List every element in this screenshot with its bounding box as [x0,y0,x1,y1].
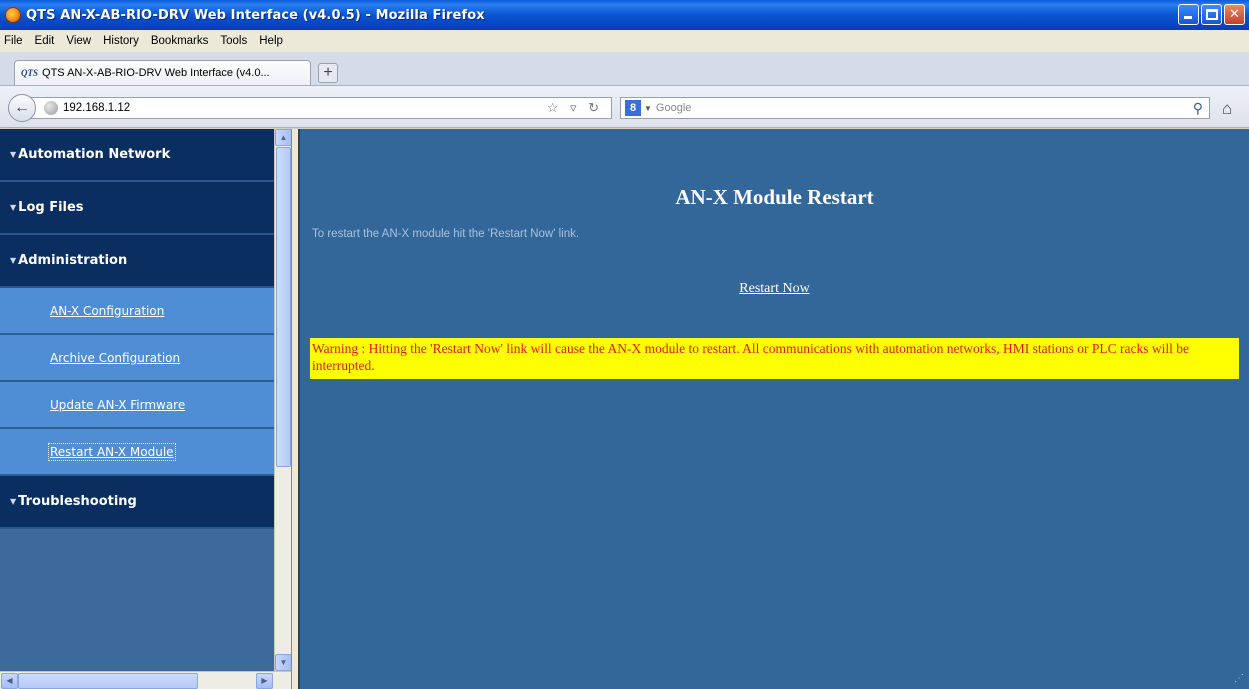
menu-file[interactable]: File [4,35,23,47]
tab-strip: QTS QTS AN-X-AB-RIO-DRV Web Interface (v… [0,52,1249,86]
window-title-bar[interactable]: QTS AN-X-AB-RIO-DRV Web Interface (v4.0.… [0,0,1249,30]
scroll-left-icon[interactable]: ◀ [1,673,18,689]
sidebar-item-update-firmware: Update AN-X Firmware [0,382,274,429]
new-tab-button[interactable]: + [318,63,338,83]
menu-history[interactable]: History [103,35,139,47]
back-arrow-icon: ← [14,99,30,116]
sidebar-category-troubleshooting[interactable]: ▼ Troubleshooting [0,476,274,529]
expand-triangle-icon: ▼ [10,256,17,265]
archive-configuration-link[interactable]: Archive Configuration [50,351,180,365]
search-input[interactable]: Google [656,102,691,114]
page-title: AN-X Module Restart [675,185,874,209]
restart-module-link[interactable]: Restart AN-X Module [48,442,176,461]
resize-grip-icon[interactable]: ⋰ [1234,674,1246,686]
scrollbar-thumb[interactable] [18,673,198,689]
close-button[interactable]: ✕ [1224,4,1245,25]
main-content: AN-X Module Restart To restart the AN-X … [300,129,1249,689]
anx-configuration-link[interactable]: AN-X Configuration [50,304,164,318]
scroll-up-icon[interactable]: ▲ [275,129,292,146]
url-text: 192.168.1.12 [63,102,131,114]
sidebar-item-anx-configuration: AN-X Configuration [0,288,274,335]
sidebar-category-log-files[interactable]: ▼ Log Files [0,182,274,235]
sidebar-item-archive-configuration: Archive Configuration [0,335,274,382]
update-firmware-link[interactable]: Update AN-X Firmware [50,398,185,412]
scrollbar-thumb[interactable] [276,147,291,467]
sidebar-category-administration[interactable]: ▼ Administration [0,235,274,288]
menu-bar: File Edit View History Bookmarks Tools H… [0,30,1249,52]
expand-triangle-icon: ▼ [10,150,17,159]
sidebar-category-automation-network[interactable]: ▼ Automation Network [0,129,274,182]
sidebar-category-label: Automation Network [18,147,171,162]
menu-help[interactable]: Help [259,35,283,47]
close-icon: ✕ [1229,7,1240,22]
tab-qts-web-interface[interactable]: QTS QTS AN-X-AB-RIO-DRV Web Interface (v… [14,60,311,85]
search-icon[interactable]: ⚲ [1193,100,1203,117]
expand-triangle-icon: ▼ [10,203,17,212]
search-bar[interactable]: 8 ▼ Google ⚲ [620,97,1210,119]
back-button[interactable]: ← [8,94,36,122]
qts-favicon-icon: QTS [21,68,39,78]
frame-splitter[interactable] [291,129,300,689]
google-engine-icon[interactable]: 8 [625,100,641,116]
sidebar-category-label: Log Files [18,200,84,215]
minimize-icon [1184,16,1192,19]
expand-triangle-icon: ▼ [10,497,17,506]
scroll-right-icon[interactable]: ▶ [256,673,273,689]
site-identity-icon[interactable] [44,101,58,115]
navigation-bar: 192.168.1.12 ☆ ▿ ↻ ← 8 ▼ Google ⚲ ⌂ [0,86,1249,128]
scroll-down-icon[interactable]: ▼ [275,654,292,671]
menu-tools[interactable]: Tools [220,35,247,47]
window-title: QTS AN-X-AB-RIO-DRV Web Interface (v4.0.… [26,7,485,23]
sidebar-nav: ▼ Automation Network ▼ Log Files ▼ Admin… [0,129,274,671]
window-controls: ✕ [1178,4,1245,25]
home-icon[interactable]: ⌂ [1222,99,1232,119]
sidebar-item-restart-module: Restart AN-X Module [0,429,274,476]
sidebar-category-label: Troubleshooting [18,494,137,509]
maximize-icon [1206,9,1218,20]
url-bar[interactable]: 192.168.1.12 ☆ ▿ ↻ [30,97,612,119]
restart-link-container: Restart Now [300,281,1249,297]
sidebar-vertical-scrollbar[interactable]: ▲ ▼ [274,129,292,671]
maximize-button[interactable] [1201,4,1222,25]
minimize-button[interactable] [1178,4,1199,25]
menu-view[interactable]: View [66,35,91,47]
menu-bookmarks[interactable]: Bookmarks [151,35,209,47]
url-bar-icons[interactable]: ☆ ▿ ↻ [547,100,603,116]
sidebar-horizontal-scrollbar[interactable]: ◀ ▶ [0,671,291,689]
restart-instruction: To restart the AN-X module hit the 'Rest… [312,228,580,240]
chevron-down-icon[interactable]: ▼ [644,104,652,113]
tab-label: QTS AN-X-AB-RIO-DRV Web Interface (v4.0.… [42,67,270,79]
warning-banner: Warning : Hitting the 'Restart Now' link… [310,338,1239,379]
restart-now-link[interactable]: Restart Now [739,281,809,296]
sidebar-category-label: Administration [18,253,128,268]
menu-edit[interactable]: Edit [35,35,55,47]
firefox-icon [5,7,21,23]
